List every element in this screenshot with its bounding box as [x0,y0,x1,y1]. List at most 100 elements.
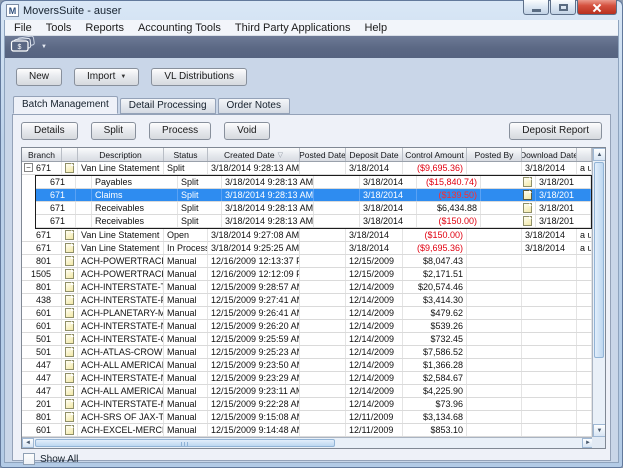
note-icon[interactable] [523,190,532,200]
grid-row[interactable]: −671Van Line StatementSplit3/18/2014 9:2… [22,162,592,175]
grid-row[interactable]: 1505ACH-POWERTRACKManual12/16/2009 12:12… [22,268,592,281]
cell-icon [62,281,78,293]
cell-description: ACH-ALL AMERICAN [78,385,164,397]
note-icon[interactable] [65,163,74,173]
deposit-report-button[interactable]: Deposit Report [509,122,602,140]
note-icon[interactable] [65,412,74,422]
minimize-button[interactable] [523,0,549,15]
horizontal-scroll-thumb[interactable] [35,439,335,447]
cell-description: Receivables [92,215,178,227]
note-icon[interactable] [65,425,74,435]
note-icon[interactable] [65,308,74,318]
maximize-button[interactable] [550,0,576,15]
column-header-status[interactable]: Status [164,148,208,161]
note-icon[interactable] [523,216,532,226]
grid-row[interactable]: 801ACH-POWERTRACKManual12/16/2009 12:13:… [22,255,592,268]
grid-row[interactable]: 447ACH-INTERSTATE-NManual12/15/2009 9:23… [22,372,592,385]
cell-created-date: 12/15/2009 9:22:28 AM [208,398,300,410]
horizontal-scrollbar[interactable]: ◄ ► [22,437,594,448]
cell-icon [62,385,78,397]
note-icon[interactable] [65,282,74,292]
menu-item-file[interactable]: File [7,21,39,35]
note-icon[interactable] [65,321,74,331]
column-header-icon[interactable] [62,148,78,161]
note-icon[interactable] [65,386,74,396]
note-icon[interactable] [65,295,74,305]
column-header-created-date[interactable]: Created Date ▽ [208,148,300,161]
column-header-deposit-date[interactable]: Deposit Date [346,148,403,161]
grid-child-row[interactable]: 671PayablesSplit3/18/2014 9:28:13 AM3/18… [36,176,592,189]
column-header-description[interactable]: Description [78,148,164,161]
vertical-scrollbar[interactable]: ▲ ▼ [592,148,605,437]
column-header-download-date[interactable]: Download Date [522,148,577,161]
tab-order-notes[interactable]: Order Notes [218,98,290,114]
menu-item-third-party-applications[interactable]: Third Party Applications [228,21,358,35]
cell-icon [62,162,78,174]
show-all-label: Show All [40,454,78,465]
cell-created-date: 3/18/2014 9:28:13 AM [222,176,314,188]
menu-item-tools[interactable]: Tools [39,21,79,35]
note-icon[interactable] [65,347,74,357]
grid-child-row[interactable]: 671ReceivablesSplit3/18/2014 9:28:13 AM3… [36,202,592,215]
grid-child-row[interactable]: 671ClaimsSplit3/18/2014 9:28:13 AM3/18/2… [36,189,592,202]
import-button[interactable]: Import ▼ [74,68,139,86]
tab-batch-management[interactable]: Batch Management [13,96,118,114]
split-button[interactable]: Split [91,122,136,140]
scroll-left-icon[interactable]: ◄ [22,438,34,448]
note-icon[interactable] [65,269,74,279]
note-icon[interactable] [65,373,74,383]
note-icon[interactable] [65,256,74,266]
void-button[interactable]: Void [224,122,269,140]
scroll-down-icon[interactable]: ▼ [593,424,606,437]
note-icon[interactable] [523,177,532,187]
vertical-scroll-thumb[interactable] [594,162,604,358]
collapse-group-icon[interactable]: − [24,163,33,172]
grid-row[interactable]: 501ACH-INTERSTATE-CManual12/15/2009 9:25… [22,333,592,346]
cash-receipts-icon[interactable]: $ [10,36,37,59]
grid-row[interactable]: 601ACH-INTERSTATE-NManual12/15/2009 9:26… [22,320,592,333]
note-icon[interactable] [65,399,74,409]
note-icon[interactable] [65,230,74,240]
column-header-posted-by[interactable]: Posted By [467,148,522,161]
details-button[interactable]: Details [21,122,78,140]
grid-row[interactable]: 201ACH-INTERSTATE-MManual12/15/2009 9:22… [22,398,592,411]
cell-overflow [577,424,592,436]
grid-row[interactable]: 671Van Line StatementIn Process3/18/2014… [22,242,592,255]
grid-row[interactable]: 447ACH-ALL AMERICANManual12/15/2009 9:23… [22,385,592,398]
note-icon[interactable] [65,243,74,253]
process-button[interactable]: Process [149,122,211,140]
menu-item-reports[interactable]: Reports [78,21,131,35]
note-icon[interactable] [523,203,532,213]
menu-bar: FileToolsReportsAccounting ToolsThird Pa… [5,20,618,36]
grid-row[interactable]: 801ACH-SRS OF JAX-TEManual12/15/2009 9:1… [22,411,592,424]
workspace: New Import ▼ VL Distributions Batch Mana… [5,58,618,462]
cell-download-date: 3/18/2014 [522,229,577,241]
menu-item-accounting-tools[interactable]: Accounting Tools [131,21,228,35]
grid-row[interactable]: 601ACH-EXCEL-MERCHManual12/15/2009 9:14:… [22,424,592,437]
grid-row[interactable]: 501ACH-ATLAS-CROWNManual12/15/2009 9:25:… [22,346,592,359]
scroll-up-icon[interactable]: ▲ [593,148,606,161]
title-bar[interactable]: M MoversSuite - auser [4,1,619,20]
grid-child-row[interactable]: 671ReceivablesSplit3/18/2014 9:28:13 AM3… [36,215,592,228]
tab-detail-processing[interactable]: Detail Processing [120,98,216,114]
note-icon[interactable] [65,360,74,370]
cell-posted-by [467,346,522,358]
close-button[interactable] [577,0,617,15]
vl-distributions-button[interactable]: VL Distributions [151,68,247,86]
new-button[interactable]: New [16,68,62,86]
grid-row[interactable]: 447ACH-ALL AMERICANManual12/15/2009 9:23… [22,359,592,372]
note-icon[interactable] [65,334,74,344]
cell-overflow [577,294,592,306]
grid-row[interactable]: 601ACH-PLANETARY-MEManual12/15/2009 9:26… [22,307,592,320]
grid-row[interactable]: 671Van Line StatementOpen3/18/2014 9:27:… [22,229,592,242]
grid-row[interactable]: 801ACH-INTERSTATE-TIManual12/15/2009 9:2… [22,281,592,294]
cell-branch: 671 [36,176,76,188]
toolbar-dropdown-icon[interactable]: ▼ [41,44,47,50]
show-all-checkbox[interactable] [23,453,35,465]
cell-posted-date [300,268,346,280]
grid-row[interactable]: 438ACH-INTERSTATE-P.Manual12/15/2009 9:2… [22,294,592,307]
column-header-posted-date[interactable]: Posted Date [300,148,346,161]
menu-item-help[interactable]: Help [357,21,394,35]
column-header-control-amount[interactable]: Control Amount [403,148,467,161]
column-header-branch[interactable]: Branch [22,148,62,161]
